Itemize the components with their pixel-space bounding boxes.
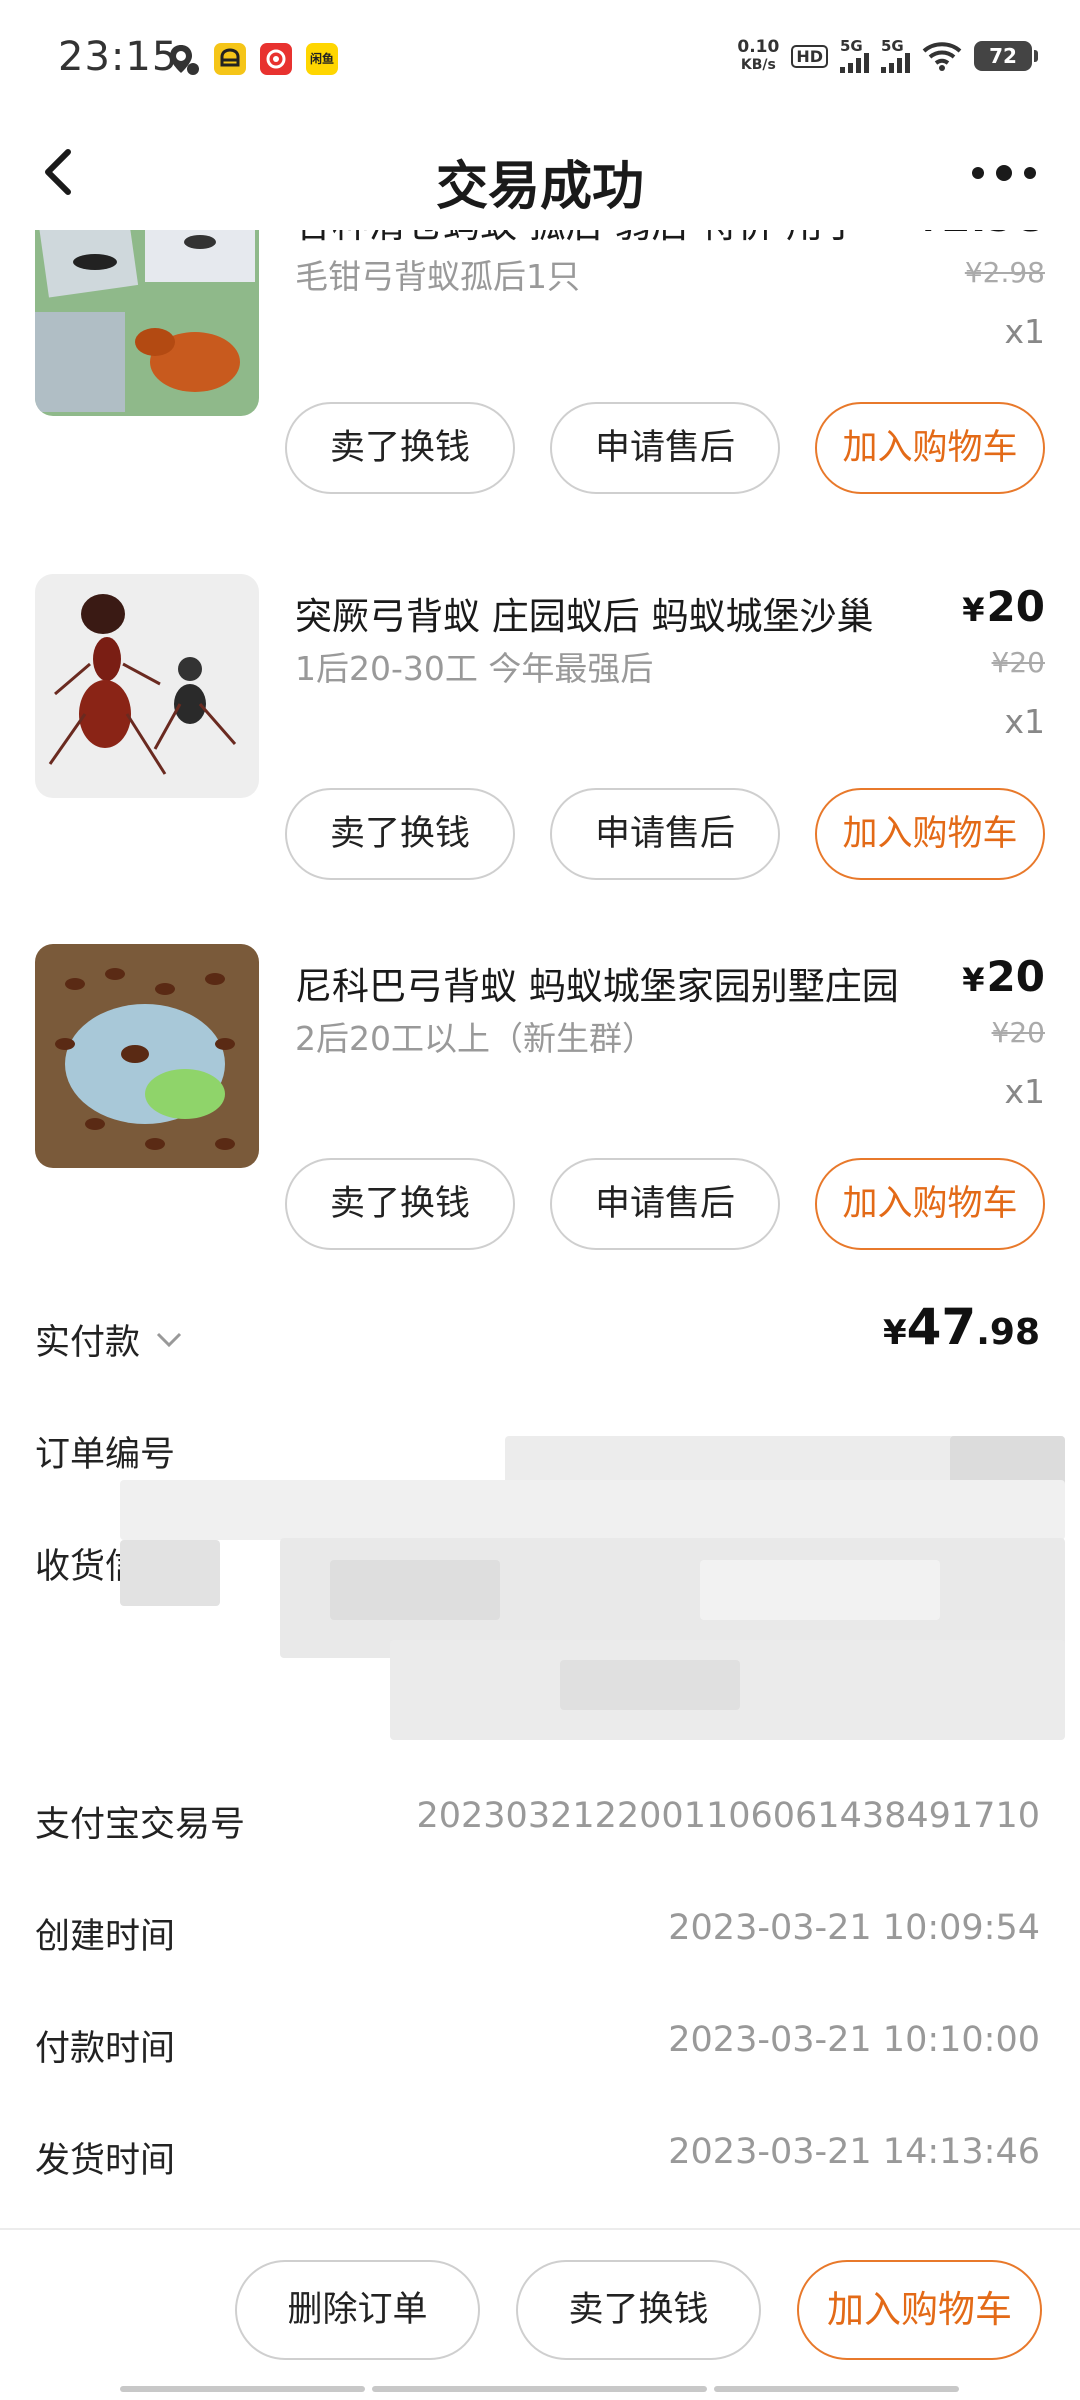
order-item[interactable]: 各种清仓蚂蚁 孤后 弱后 特价 用于 毛钳弓背蚁孤后1只 ¥2.98 ¥2.98… bbox=[0, 230, 1080, 558]
nav-bar: 交易成功 bbox=[0, 118, 1080, 230]
shipped-time-value: 2023-03-21 14:13:46 bbox=[668, 2132, 1040, 2172]
add-to-cart-button[interactable]: 加入购物车 bbox=[815, 788, 1045, 880]
item-price: ¥2.98 bbox=[917, 230, 1045, 241]
add-to-cart-button[interactable]: 加入购物车 bbox=[815, 402, 1045, 494]
home-indicator bbox=[120, 2386, 365, 2392]
paid-time-value: 2023-03-21 10:10:00 bbox=[668, 2020, 1040, 2060]
item-quantity: x1 bbox=[1004, 702, 1045, 741]
payment-total: ¥47.98 bbox=[882, 1298, 1040, 1356]
item-quantity: x1 bbox=[1004, 1072, 1045, 1111]
home-indicator bbox=[372, 2386, 707, 2392]
battery-icon: 72 bbox=[974, 41, 1038, 71]
shipped-time-label: 发货时间 bbox=[35, 2141, 176, 2181]
net-speed: 0.10 KB/s bbox=[737, 37, 780, 73]
payment-toggle[interactable]: 实付款 bbox=[35, 1314, 184, 1365]
app-badge-3: 闲鱼 bbox=[306, 43, 338, 75]
item-title[interactable]: 各种清仓蚂蚁 孤后 弱后 特价 用于 bbox=[295, 230, 915, 248]
after-sales-button[interactable]: 申请售后 bbox=[550, 1158, 780, 1250]
delete-order-button[interactable]: 删除订单 bbox=[235, 2260, 480, 2360]
alipay-trade-number[interactable]: 2023032122001106061438491710 bbox=[416, 1796, 1040, 1836]
home-indicator bbox=[714, 2386, 959, 2392]
more-dots-icon[interactable] bbox=[964, 148, 1044, 198]
wifi-icon bbox=[922, 42, 962, 71]
alipay-trade-label: 支付宝交易号 bbox=[35, 1805, 246, 1845]
item-title[interactable]: 突厥弓背蚁 庄园蚁后 蚂蚁城堡沙巢 bbox=[295, 586, 915, 640]
payment-label: 实付款 bbox=[35, 1323, 141, 1363]
item-sku: 2后20工以上（新生群） bbox=[295, 1019, 655, 1058]
item-sku: 毛钳弓背蚁孤后1只 bbox=[295, 257, 580, 296]
item-price: ¥20 bbox=[962, 952, 1045, 1001]
resell-button[interactable]: 卖了换钱 bbox=[285, 1158, 515, 1250]
app-badge-1 bbox=[214, 43, 246, 75]
resell-button[interactable]: 卖了换钱 bbox=[516, 2260, 761, 2360]
app-badge-2 bbox=[260, 43, 292, 75]
page-title: 交易成功 bbox=[435, 157, 644, 217]
paid-time-label: 付款时间 bbox=[35, 2029, 176, 2069]
item-thumbnail[interactable] bbox=[35, 574, 259, 798]
signal-icon-sim2: 5G bbox=[881, 39, 910, 73]
resell-button[interactable]: 卖了换钱 bbox=[285, 402, 515, 494]
order-item[interactable]: 尼科巴弓背蚁 蚂蚁城堡家园别墅庄园 2后20工以上（新生群） ¥20 ¥20 x… bbox=[0, 944, 1080, 1314]
chevron-down-icon bbox=[156, 1332, 182, 1347]
status-time: 23:15 bbox=[58, 34, 179, 80]
status-bar: 23:15 闲鱼 0.10 KB/s HD 5G 5G 72 bbox=[0, 0, 1080, 118]
item-original-price: ¥20 bbox=[991, 646, 1045, 679]
item-thumbnail[interactable] bbox=[35, 944, 259, 1168]
order-detail-content[interactable]: 各种清仓蚂蚁 孤后 弱后 特价 用于 毛钳弓背蚁孤后1只 ¥2.98 ¥2.98… bbox=[0, 230, 1080, 2228]
bottom-action-bar: 删除订单 卖了换钱 加入购物车 bbox=[0, 2228, 1080, 2400]
item-title[interactable]: 尼科巴弓背蚁 蚂蚁城堡家园别墅庄园 bbox=[295, 956, 915, 1010]
item-price: ¥20 bbox=[962, 582, 1045, 631]
item-sku: 1后20-30工 今年最强后 bbox=[295, 649, 654, 688]
item-thumbnail[interactable] bbox=[35, 230, 259, 416]
after-sales-button[interactable]: 申请售后 bbox=[550, 402, 780, 494]
status-app-icons: 闲鱼 bbox=[166, 42, 338, 76]
created-time-value: 2023-03-21 10:09:54 bbox=[668, 1908, 1040, 1948]
add-to-cart-button[interactable]: 加入购物车 bbox=[797, 2260, 1042, 2360]
add-to-cart-button[interactable]: 加入购物车 bbox=[815, 1158, 1045, 1250]
location-icon bbox=[170, 45, 199, 75]
hd-icon: HD bbox=[791, 44, 828, 68]
resell-button[interactable]: 卖了换钱 bbox=[285, 788, 515, 880]
item-original-price: ¥2.98 bbox=[964, 256, 1045, 289]
order-item[interactable]: 突厥弓背蚁 庄园蚁后 蚂蚁城堡沙巢 1后20-30工 今年最强后 ¥20 ¥20… bbox=[0, 574, 1080, 944]
order-number-label: 订单编号 bbox=[35, 1435, 176, 1475]
after-sales-button[interactable]: 申请售后 bbox=[550, 788, 780, 880]
status-system-icons: 0.10 KB/s HD 5G 5G 72 bbox=[737, 37, 1038, 74]
signal-icon-sim1: 5G bbox=[840, 39, 869, 73]
item-original-price: ¥20 bbox=[991, 1016, 1045, 1049]
created-time-label: 创建时间 bbox=[35, 1917, 176, 1957]
item-quantity: x1 bbox=[1004, 312, 1045, 351]
